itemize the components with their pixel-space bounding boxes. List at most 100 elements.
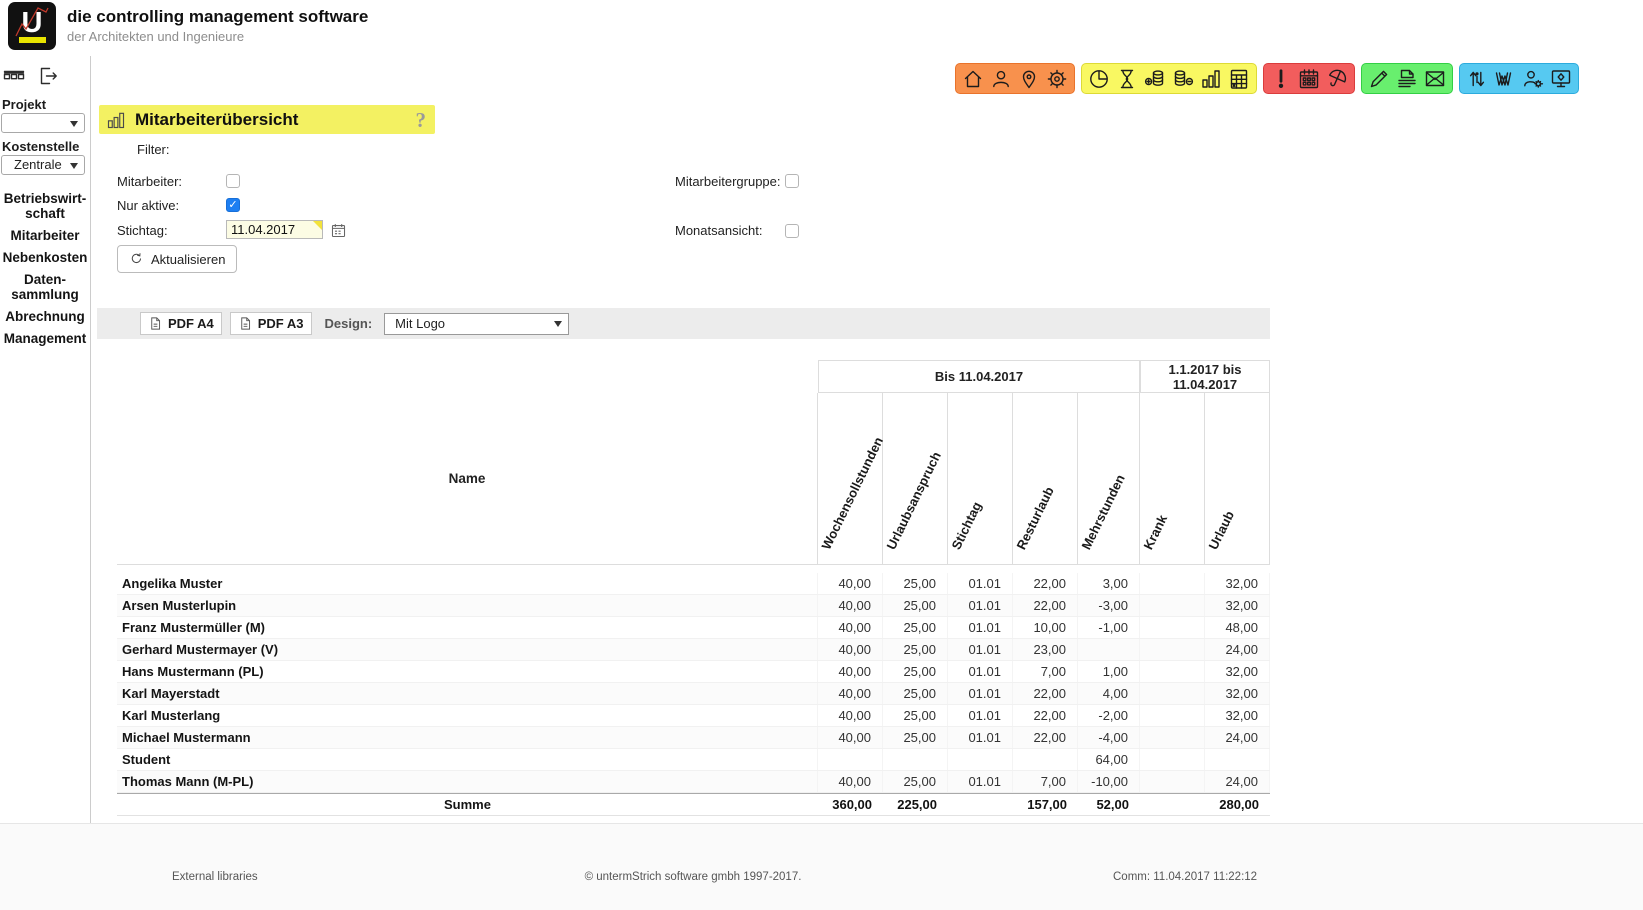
resturlaub-cell: 22,00: [1013, 573, 1078, 594]
app-title: die controlling management software: [67, 7, 368, 27]
resturlaub-cell: 7,00: [1013, 771, 1078, 792]
wochensollstunden-cell: 40,00: [818, 595, 883, 616]
stichtag-cell: 01.01: [948, 705, 1013, 726]
pdf-a3-button[interactable]: PDF A3: [230, 312, 312, 335]
filter-label: Filter:: [137, 142, 170, 157]
summary-cell: 52,00: [1078, 794, 1140, 815]
nur-aktive-label: Nur aktive:: [117, 198, 179, 213]
pdf-a4-button[interactable]: PDF A4: [140, 312, 222, 335]
costcenter-label: Kostenstelle: [0, 139, 90, 154]
urlaubsanspruch-cell: 25,00: [883, 771, 948, 792]
krank-cell: [1140, 749, 1205, 770]
column-header-krank: Krank: [1140, 393, 1205, 565]
mitarbeiter-label: Mitarbeiter:: [117, 174, 182, 189]
sidebar-item-nebenkosten[interactable]: Nebenkosten: [0, 250, 90, 265]
design-select[interactable]: Mit Logo: [384, 313, 569, 335]
table-column-header: Name Wochensollstunden Urlaubsanspruch S…: [117, 393, 1270, 565]
resturlaub-cell: 22,00: [1013, 705, 1078, 726]
employee-name-cell: Thomas Mann (M-PL): [117, 771, 818, 792]
urlaub-cell: 32,00: [1205, 705, 1270, 726]
app-logo: U: [8, 2, 56, 50]
stichtag-cell: [948, 749, 1013, 770]
sidebar-item-mitarbeiter[interactable]: Mitarbeiter: [0, 228, 90, 243]
table-row: Student 64,00: [117, 749, 1270, 771]
employee-name-cell: Karl Mayerstadt: [117, 683, 818, 704]
stichtag-cell: 01.01: [948, 595, 1013, 616]
copyright-text: © untermStrich software gmbh 1997-2017.: [585, 871, 802, 883]
summary-cell: 225,00: [883, 794, 948, 815]
krank-cell: [1140, 617, 1205, 638]
mitarbeitergruppe-checkbox[interactable]: [785, 174, 799, 188]
nur-aktive-checkbox[interactable]: ✓: [226, 198, 240, 212]
mehrstunden-cell: [1078, 639, 1140, 660]
resturlaub-cell: 22,00: [1013, 727, 1078, 748]
monatsansicht-checkbox[interactable]: [785, 224, 799, 238]
employee-name-cell: Angelika Muster: [117, 573, 818, 594]
urlaubsanspruch-cell: 25,00: [883, 573, 948, 594]
datepicker-icon[interactable]: [330, 222, 347, 239]
mitarbeiter-checkbox[interactable]: [226, 174, 240, 188]
refresh-icon: [129, 252, 144, 267]
mehrstunden-cell: -10,00: [1078, 771, 1140, 792]
external-libraries-link[interactable]: External libraries: [172, 871, 258, 883]
wochensollstunden-cell: 40,00: [818, 639, 883, 660]
sidebar-item-betriebswirtschaft[interactable]: Betriebswirt-schaft: [0, 191, 90, 221]
mehrstunden-cell: 1,00: [1078, 661, 1140, 682]
urlaubsanspruch-cell: 25,00: [883, 705, 948, 726]
aktualisieren-button[interactable]: Aktualisieren: [117, 245, 237, 273]
group-header-spacer: [117, 360, 818, 393]
help-icon[interactable]: ?: [416, 110, 427, 130]
urlaubsanspruch-cell: [883, 749, 948, 770]
employee-name-cell: Franz Mustermüller (M): [117, 617, 818, 638]
column-header-resturlaub: Resturlaub: [1013, 393, 1078, 565]
wochensollstunden-cell: 40,00: [818, 617, 883, 638]
urlaubsanspruch-cell: 25,00: [883, 683, 948, 704]
monatsansicht-label: Monatsansicht:: [675, 223, 762, 238]
app-subtitle: der Architekten und Ingenieure: [67, 29, 244, 44]
table-row: Arsen Musterlupin 40,00 25,00 01.01 22,0…: [117, 595, 1270, 617]
wochensollstunden-cell: 40,00: [818, 705, 883, 726]
logo-underline: [19, 37, 46, 43]
sidebar-item-datensammlung[interactable]: Daten-sammlung: [0, 272, 90, 302]
stichtag-cell: 01.01: [948, 639, 1013, 660]
employee-name-cell: Gerhard Mustermayer (V): [117, 639, 818, 660]
summary-label: Summe: [117, 794, 818, 815]
table-summary-row: Summe 360,00 225,00 157,00 52,00 280,00: [117, 793, 1270, 816]
stichtag-cell: 01.01: [948, 661, 1013, 682]
apps-icon[interactable]: [2, 64, 26, 88]
urlaub-cell: 24,00: [1205, 771, 1270, 792]
summary-cell: 280,00: [1205, 794, 1270, 815]
table-group-header: Bis 11.04.2017 1.1.2017 bis 11.04.2017: [117, 360, 1270, 393]
group-header-bis: Bis 11.04.2017: [818, 360, 1140, 393]
project-select[interactable]: [1, 113, 85, 133]
sidebar-item-abrechnung[interactable]: Abrechnung: [0, 309, 90, 324]
design-label: Design:: [325, 316, 373, 331]
sidebar-item-management[interactable]: Management: [0, 331, 90, 346]
krank-cell: [1140, 705, 1205, 726]
employee-name-cell: Michael Mustermann: [117, 727, 818, 748]
logout-icon[interactable]: [35, 64, 59, 88]
wochensollstunden-cell: 40,00: [818, 771, 883, 792]
stichtag-cell: 01.01: [948, 573, 1013, 594]
costcenter-select[interactable]: Zentrale: [1, 155, 85, 175]
stichtag-field-wrap: [226, 220, 323, 239]
stichtag-label: Stichtag:: [117, 223, 168, 238]
wochensollstunden-cell: 40,00: [818, 573, 883, 594]
wochensollstunden-cell: 40,00: [818, 683, 883, 704]
urlaub-cell: 32,00: [1205, 573, 1270, 594]
export-toolbar: PDF A4 PDF A3 Design: Mit Logo: [97, 308, 1270, 339]
wochensollstunden-cell: 40,00: [818, 661, 883, 682]
stichtag-input[interactable]: [226, 220, 323, 239]
chart-icon: [106, 110, 126, 130]
urlaubsanspruch-cell: 25,00: [883, 727, 948, 748]
stichtag-cell: 01.01: [948, 617, 1013, 638]
urlaubsanspruch-cell: 25,00: [883, 661, 948, 682]
summary-cell: 360,00: [818, 794, 883, 815]
page-title: Mitarbeiterübersicht: [135, 110, 298, 130]
table-row: Gerhard Mustermayer (V) 40,00 25,00 01.0…: [117, 639, 1270, 661]
stichtag-cell: 01.01: [948, 683, 1013, 704]
group-header-jahr: 1.1.2017 bis 11.04.2017: [1140, 360, 1270, 393]
stichtag-cell: 01.01: [948, 727, 1013, 748]
aktualisieren-label: Aktualisieren: [151, 252, 225, 267]
urlaubsanspruch-cell: 25,00: [883, 617, 948, 638]
